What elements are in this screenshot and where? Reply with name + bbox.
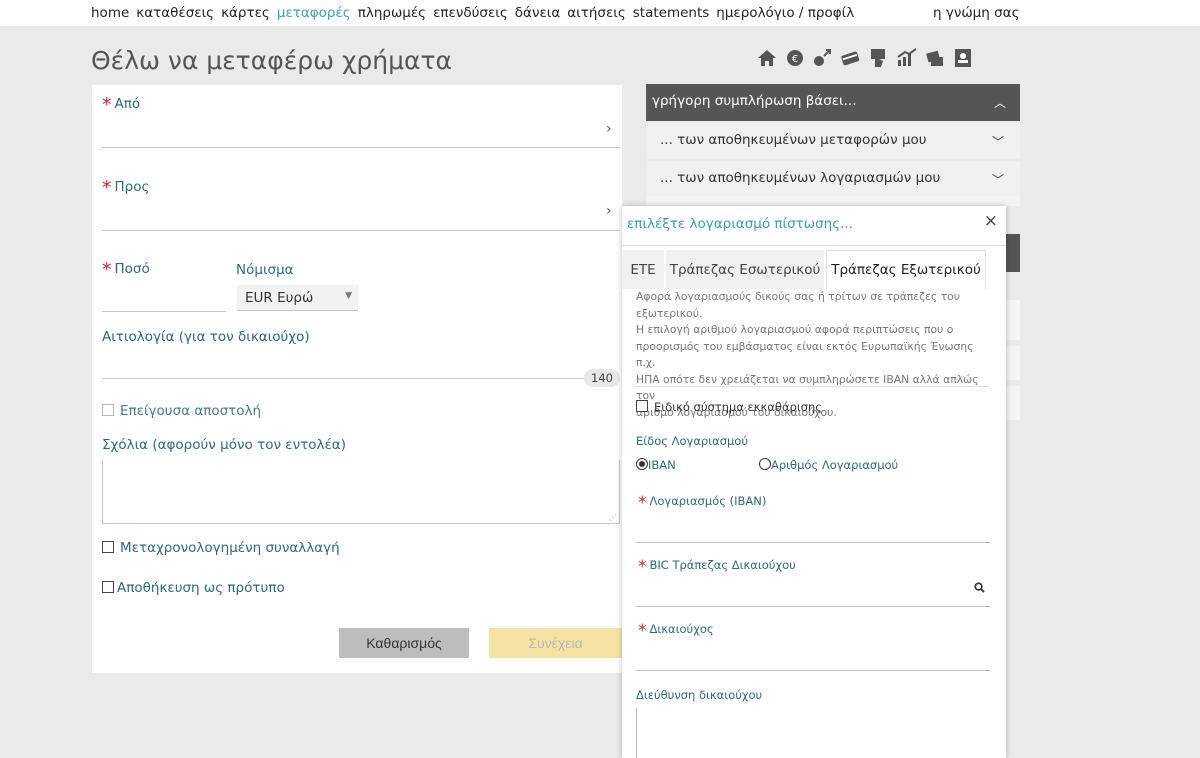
checkbox-icon[interactable] bbox=[102, 541, 114, 553]
payment-icon[interactable] bbox=[868, 46, 890, 70]
quick-fill-saved-transfers[interactable]: ... των αποθηκευμένων μεταφορών μου ﹀ bbox=[646, 123, 1020, 159]
nav-item-deposits[interactable]: καταθέσεις bbox=[136, 5, 214, 21]
save-template-checkbox[interactable]: Αποθήκευση ως πρότυπο bbox=[102, 580, 285, 596]
nav-item-statements[interactable]: statements bbox=[633, 5, 710, 21]
tab-foreign-bank[interactable]: Τράπεζας Εξωτερικού bbox=[826, 250, 986, 289]
checkbox-icon[interactable] bbox=[102, 404, 114, 416]
description-divider bbox=[634, 386, 989, 387]
bank-tabs: ΕΤΕ Τράπεζας Εσωτερικού Τράπεζας Εξωτερι… bbox=[622, 250, 1006, 289]
nav-item-cards[interactable]: κάρτες bbox=[221, 5, 270, 21]
transfer-form: * Από › * Προς › * Ποσό Νόμισμα Αιτιολογία … bbox=[92, 85, 622, 673]
chevron-up-icon[interactable]: ︿ bbox=[994, 94, 1006, 111]
euro-coin-icon[interactable]: € bbox=[784, 46, 806, 70]
reason-field[interactable] bbox=[102, 378, 620, 379]
amount-label: * Ποσό bbox=[102, 259, 150, 281]
checkbox-icon[interactable] bbox=[102, 581, 114, 593]
bic-label: * BIC Τράπεζας Δικαιούχου bbox=[638, 557, 796, 577]
transfer-icon[interactable] bbox=[812, 46, 834, 70]
nav-item-home[interactable]: home bbox=[91, 5, 129, 21]
resize-grip-icon[interactable]: ⋰ bbox=[609, 513, 617, 522]
page-title: Θέλω να μεταφέρω χρήματα bbox=[91, 46, 453, 75]
tab-ete[interactable]: ΕΤΕ bbox=[622, 250, 664, 289]
panel-backdrop bbox=[1006, 234, 1020, 272]
radio-account-number[interactable]: Αριθμός Λογαριασμού bbox=[759, 458, 898, 472]
urgent-checkbox[interactable]: Επείγουσα αποστολή bbox=[102, 403, 261, 419]
comments-textarea[interactable]: ⋰ bbox=[102, 460, 620, 524]
nav-item-investments[interactable]: επενδύσεις bbox=[433, 5, 508, 21]
tab-domestic-bank[interactable]: Τράπεζας Εσωτερικού bbox=[666, 250, 824, 289]
account-type-label: Είδος Λογαριασμού bbox=[636, 434, 748, 448]
nav-item-loans[interactable]: δάνεια bbox=[515, 5, 560, 21]
currency-label: Νόμισμα bbox=[236, 262, 294, 278]
card-icon[interactable] bbox=[840, 46, 862, 70]
panel-backdrop bbox=[1006, 346, 1020, 380]
from-label: * Από bbox=[102, 94, 141, 116]
nav-item-calendar-profile[interactable]: ημερολόγιο / προφίλ bbox=[716, 5, 854, 21]
radio-iban[interactable]: IBAN bbox=[636, 458, 676, 472]
checkbox-icon[interactable] bbox=[636, 400, 648, 412]
chevron-right-icon[interactable]: › bbox=[606, 203, 612, 219]
continue-button[interactable]: Συνέχεια bbox=[489, 628, 622, 658]
clear-button[interactable]: Καθαρισμός bbox=[339, 628, 469, 658]
top-navigation: home καταθέσεις κάρτες μεταφορές πληρωμέ… bbox=[0, 0, 1200, 26]
credit-account-modal: επιλέξτε λογαριασμό πίστωσης... × ΕΤΕ Τρ… bbox=[622, 206, 1006, 758]
scheduled-checkbox[interactable]: Μεταχρονολογημένη συναλλαγή bbox=[102, 540, 340, 556]
panel-backdrop bbox=[1006, 300, 1020, 340]
nav-item-payments[interactable]: πληρωμές bbox=[358, 5, 426, 21]
address-label: Διεύθυνση δικαιούχου bbox=[636, 688, 763, 702]
beneficiary-input[interactable] bbox=[636, 670, 990, 671]
address-textarea[interactable] bbox=[636, 708, 990, 758]
nav-item-transfers[interactable]: μεταφορές bbox=[277, 5, 351, 21]
chevron-down-icon[interactable]: ﹀ bbox=[992, 133, 1004, 150]
to-label: * Προς bbox=[102, 177, 150, 199]
contacts-book-icon[interactable] bbox=[952, 46, 974, 70]
feedback-link[interactable]: η γνώμη σας bbox=[933, 5, 1020, 21]
panel-backdrop bbox=[646, 196, 1020, 206]
radio-selected-icon[interactable] bbox=[636, 458, 648, 470]
quick-toolbar: € bbox=[756, 46, 974, 70]
radio-unselected-icon[interactable] bbox=[759, 458, 771, 470]
investment-chart-icon[interactable] bbox=[896, 46, 918, 70]
iban-label: * Λογαριασμός (IBAN) bbox=[638, 493, 767, 513]
quick-fill-panel: γρήγορη συμπλήρωση βάσει... ︿ ... των απ… bbox=[646, 84, 1020, 197]
home-icon[interactable] bbox=[756, 46, 778, 70]
search-icon[interactable] bbox=[974, 582, 985, 593]
iban-input[interactable] bbox=[636, 542, 990, 543]
comments-label: Σχόλια (αφορούν μόνο τον εντολέα) bbox=[102, 437, 346, 453]
reason-label: Αιτιολογία (για τον δικαιούχο) bbox=[102, 329, 310, 345]
chevron-right-icon[interactable]: › bbox=[606, 121, 612, 137]
bic-input[interactable] bbox=[636, 606, 990, 607]
quick-fill-saved-accounts[interactable]: ... των αποθηκευμένων λογαριασμών μου ﹀ bbox=[646, 161, 1020, 197]
reason-char-counter: 140 bbox=[584, 369, 620, 387]
dropdown-arrow-icon: ▼ bbox=[345, 291, 352, 301]
panel-backdrop bbox=[1006, 386, 1020, 420]
amount-field[interactable] bbox=[102, 311, 226, 312]
special-clearing-checkbox[interactable]: Ειδικό σύστημα εκκαθάρισης bbox=[636, 400, 822, 414]
modal-divider bbox=[622, 245, 1006, 246]
nav-items: home καταθέσεις κάρτες μεταφορές πληρωμέ… bbox=[91, 5, 854, 21]
to-field[interactable] bbox=[102, 230, 620, 231]
chevron-down-icon[interactable]: ﹀ bbox=[992, 171, 1004, 188]
currency-select[interactable]: EUR Ευρώ ▼ bbox=[237, 285, 358, 311]
nav-item-applications[interactable]: αιτήσεις bbox=[567, 5, 626, 21]
quick-fill-header[interactable]: γρήγορη συμπλήρωση βάσει... ︿ bbox=[646, 84, 1020, 121]
beneficiary-label: * Δικαιούχος bbox=[638, 621, 714, 641]
modal-title: επιλέξτε λογαριασμό πίστωσης... bbox=[627, 216, 853, 232]
close-icon[interactable]: × bbox=[984, 211, 998, 231]
from-field[interactable] bbox=[102, 147, 620, 148]
loans-icon[interactable] bbox=[924, 46, 946, 70]
svg-text:€: € bbox=[792, 54, 798, 65]
